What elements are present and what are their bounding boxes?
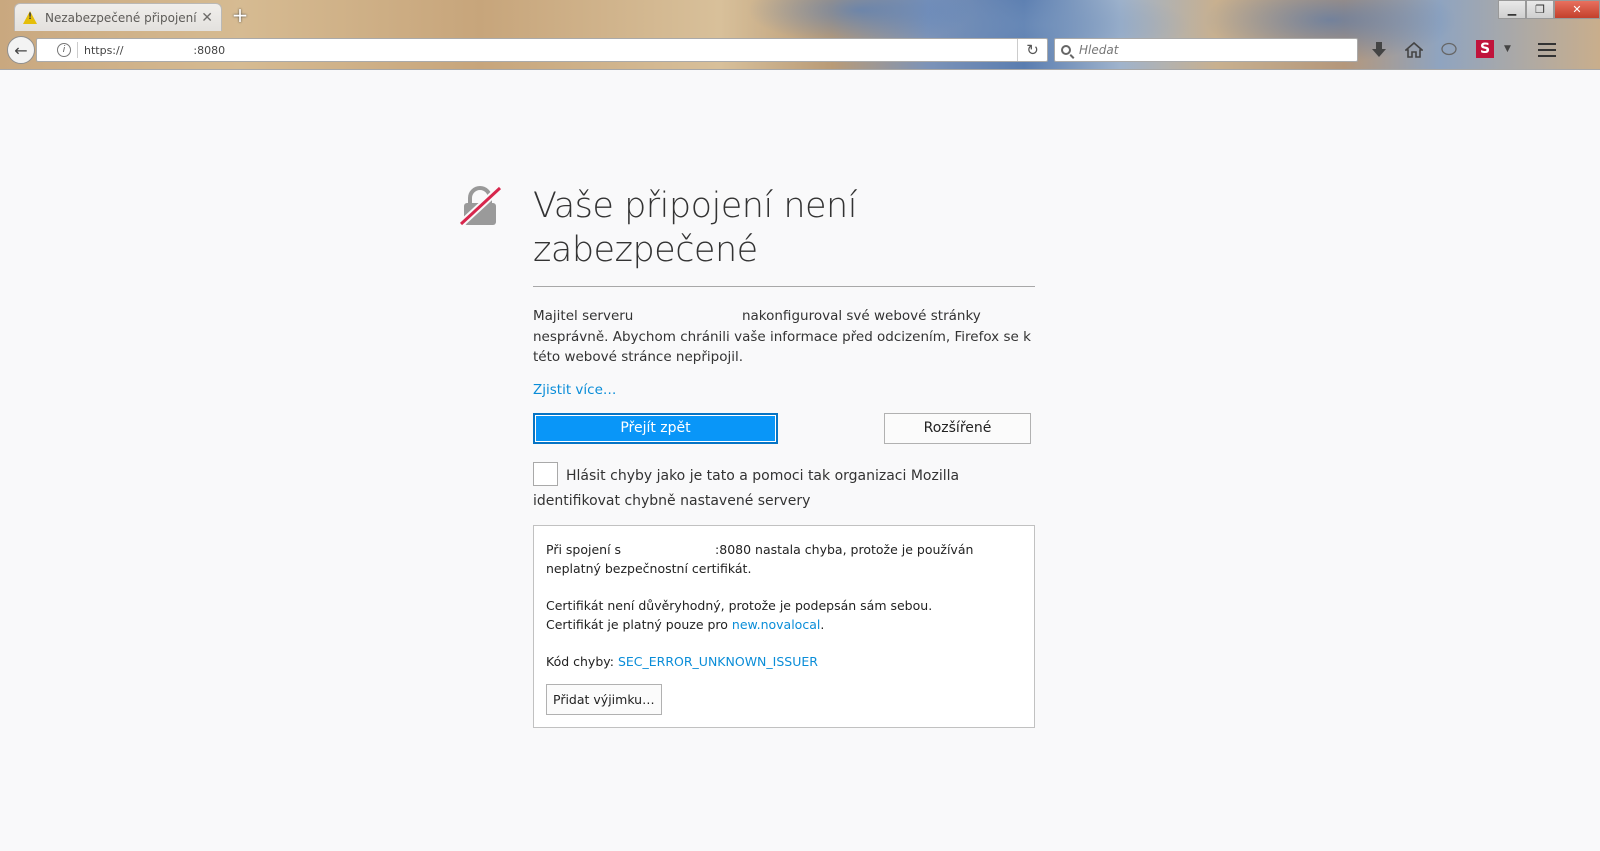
error-content: Vaše připojení není zabezpečené Majitel …: [533, 184, 1035, 728]
reload-icon[interactable]: ↻: [1017, 39, 1047, 61]
details-connection-error: Při spojení s :8080 nastala chyba, proto…: [546, 540, 1022, 578]
warning-icon: [23, 11, 37, 24]
search-placeholder: Hledat: [1079, 43, 1119, 57]
url-divider: [77, 42, 78, 58]
details-self-signed: Certifikát není důvěryhodný, protože je …: [546, 597, 933, 613]
go-back-button[interactable]: Přejít zpět: [533, 412, 778, 444]
add-exception-button[interactable]: Přidat výjimku…: [546, 683, 662, 715]
advanced-button[interactable]: Rozšířené: [884, 412, 1031, 444]
tab-close-icon[interactable]: ✕: [201, 10, 213, 26]
details-certificate-info: Certifikát není důvěryhodný, protože je …: [546, 596, 1022, 634]
search-icon: [1061, 45, 1071, 55]
chevron-down-icon[interactable]: ▼: [1504, 44, 1511, 54]
details-valid-for-suffix: .: [820, 616, 825, 632]
home-icon[interactable]: [1401, 38, 1427, 62]
report-checkbox[interactable]: [533, 461, 558, 486]
details-error-code: Kód chyby: SEC_ERROR_UNKNOWN_ISSUER: [546, 652, 1022, 671]
details-valid-for-prefix: Certifikát je platný pouze pro: [546, 616, 728, 632]
certificate-domain-link[interactable]: new.novalocal: [732, 617, 820, 632]
back-button[interactable]: ←: [7, 36, 35, 64]
menu-icon[interactable]: [1538, 43, 1556, 61]
browser-chrome: Nezabezpečené připojení ✕ + ▁ ❐ ✕ ← i ht…: [0, 0, 1600, 70]
report-checkbox-label[interactable]: Hlásit chyby jako je tato a pomoci tak o…: [533, 468, 959, 509]
description-before: Majitel serveru: [533, 308, 634, 324]
download-icon[interactable]: [1366, 38, 1392, 62]
tab-title: Nezabezpečené připojení: [45, 10, 197, 25]
new-tab-button[interactable]: +: [229, 4, 251, 26]
url-text[interactable]: https:// :8080: [84, 44, 1017, 57]
details-line1-before: Při spojení s: [546, 541, 622, 557]
error-code-label: Kód chyby:: [546, 653, 614, 669]
s-extension-icon[interactable]: S: [1476, 40, 1494, 58]
close-window-button[interactable]: ✕: [1554, 0, 1600, 19]
site-info-icon[interactable]: i: [57, 43, 71, 57]
button-row: Přejít zpět Rozšířené: [533, 412, 1035, 445]
report-errors-row: Hlásit chyby jako je tato a pomoci tak o…: [533, 461, 1035, 514]
error-description: Majitel serveru nakonfiguroval své webov…: [533, 306, 1035, 368]
minimize-button[interactable]: ▁: [1498, 0, 1526, 19]
back-arrow-icon: ←: [14, 40, 28, 60]
page-title: Vaše připojení není zabezpečené: [533, 184, 1035, 287]
learn-more-link[interactable]: Zjistit více…: [533, 382, 616, 398]
chat-icon[interactable]: [1436, 38, 1462, 62]
error-code-link[interactable]: SEC_ERROR_UNKNOWN_ISSUER: [618, 654, 818, 669]
search-input[interactable]: Hledat: [1054, 38, 1358, 62]
tab-active[interactable]: Nezabezpečené připojení ✕: [14, 3, 222, 31]
advanced-details-panel: Při spojení s :8080 nastala chyba, proto…: [533, 524, 1035, 728]
restore-button[interactable]: ❐: [1526, 0, 1554, 19]
window-controls: ▁ ❐ ✕: [1498, 0, 1600, 19]
nav-toolbar: ← i https:// :8080 ↻ Hledat S ▼: [0, 34, 1600, 66]
url-bar[interactable]: i https:// :8080 ↻: [36, 38, 1048, 62]
broken-lock-icon: [458, 184, 504, 228]
